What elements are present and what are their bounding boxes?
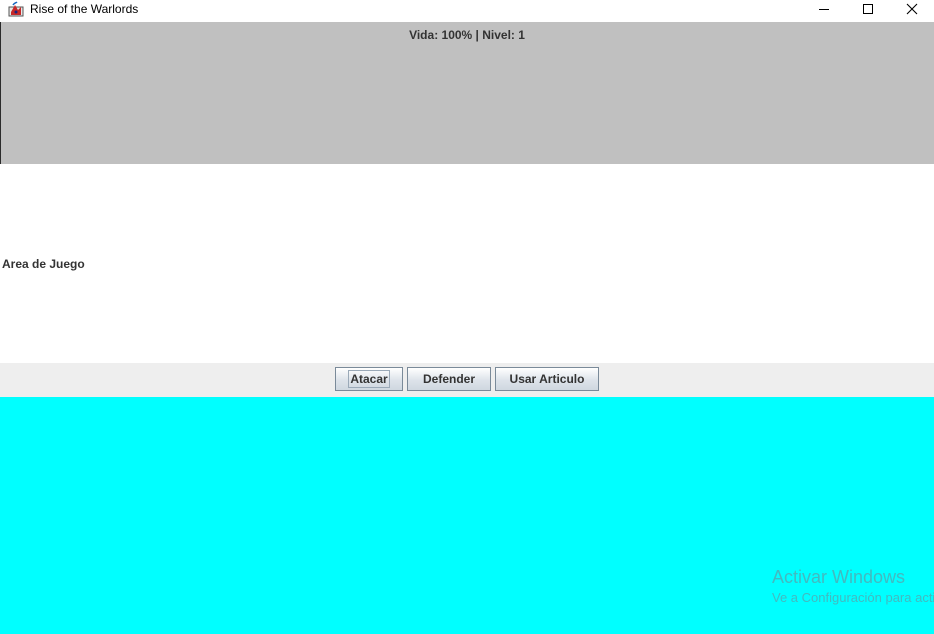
watermark-title: Activar Windows bbox=[772, 567, 906, 587]
java-app-icon bbox=[8, 1, 24, 17]
minimize-button[interactable] bbox=[802, 0, 846, 18]
game-area-label: Area de Juego bbox=[2, 257, 85, 271]
title-bar[interactable]: Rise of the Warlords bbox=[0, 0, 934, 22]
attack-button[interactable]: Atacar bbox=[335, 367, 403, 391]
activation-watermark: Activar Windows Ve a Configuración para … bbox=[772, 566, 934, 606]
defend-button[interactable]: Defender bbox=[407, 367, 491, 391]
maximize-button[interactable] bbox=[846, 0, 890, 18]
use-item-button[interactable]: Usar Articulo bbox=[495, 367, 599, 391]
close-icon bbox=[906, 3, 918, 15]
close-button[interactable] bbox=[890, 0, 934, 18]
status-label: Vida: 100% | Nivel: 1 bbox=[409, 28, 525, 42]
window-title: Rise of the Warlords bbox=[30, 2, 139, 16]
action-bar: Atacar Defender Usar Articulo bbox=[0, 363, 934, 397]
watermark-subtitle: Ve a Configuración para activar Windows. bbox=[772, 590, 934, 605]
game-window: Rise of the Warlords Vida: 100% | Nivel:… bbox=[0, 0, 934, 634]
maximize-icon bbox=[862, 3, 874, 15]
status-panel: Vida: 100% | Nivel: 1 bbox=[0, 22, 934, 164]
attack-button-label: Atacar bbox=[348, 370, 390, 388]
game-area: Area de Juego bbox=[0, 164, 934, 363]
minimize-icon bbox=[818, 3, 830, 15]
